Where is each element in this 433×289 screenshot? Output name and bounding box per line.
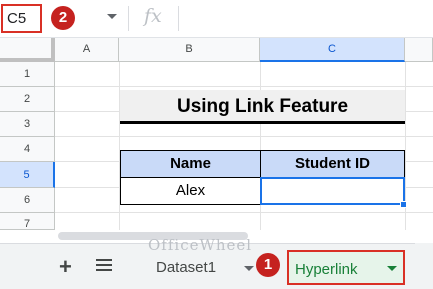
watermark: OfficeWheel — [148, 236, 253, 254]
chevron-down-icon[interactable] — [107, 14, 117, 19]
formula-bar: C5 2 fx — [0, 0, 433, 38]
sheet-tab-label: Dataset1 — [156, 259, 217, 276]
header-cell-name[interactable]: Name — [120, 150, 261, 178]
fx-icon: fx — [144, 5, 162, 27]
add-sheet-icon[interactable]: + — [59, 254, 72, 280]
sheet-tab-hyperlink[interactable]: Hyperlink — [287, 250, 405, 285]
row-header-1[interactable]: 1 — [0, 62, 55, 87]
row-header-6[interactable]: 6 — [0, 188, 55, 213]
column-header-b[interactable]: B — [119, 38, 260, 62]
divider — [128, 6, 129, 31]
column-header-d[interactable] — [405, 38, 433, 62]
name-box[interactable]: C5 — [1, 4, 42, 33]
select-all-corner[interactable] — [0, 38, 55, 62]
callout-badge-1: 1 — [256, 253, 280, 277]
spreadsheet-grid[interactable]: A B C 1 2 3 4 5 6 7 Using Link Feature N… — [0, 38, 433, 243]
divider — [178, 6, 179, 31]
gridline — [55, 212, 433, 213]
row-header-7[interactable]: 7 — [0, 213, 55, 230]
header-cell-student-id[interactable]: Student ID — [260, 150, 405, 178]
gridline — [405, 62, 406, 243]
fill-handle[interactable] — [400, 201, 407, 208]
sheet-bar-right-area — [415, 243, 433, 289]
chevron-down-icon[interactable] — [387, 266, 397, 271]
row-header-2[interactable]: 2 — [0, 87, 55, 112]
column-header-c[interactable]: C — [260, 38, 405, 62]
selected-cell[interactable] — [260, 177, 405, 205]
row-header-5[interactable]: 5 — [0, 162, 55, 188]
column-header-a[interactable]: A — [55, 38, 119, 62]
table-cell-name[interactable]: Alex — [120, 177, 261, 205]
callout-badge-2: 2 — [51, 6, 75, 30]
gridline — [55, 86, 433, 87]
all-sheets-menu-icon[interactable] — [96, 259, 112, 273]
gridline — [55, 136, 433, 137]
row-header-4[interactable]: 4 — [0, 137, 55, 162]
row-header-3[interactable]: 3 — [0, 112, 55, 137]
chevron-down-icon[interactable] — [244, 266, 254, 271]
sheet-tab-label: Hyperlink — [295, 261, 358, 278]
sheet-tab-dataset1[interactable]: Dataset1 — [150, 250, 254, 285]
title-cell[interactable]: Using Link Feature — [120, 90, 405, 124]
